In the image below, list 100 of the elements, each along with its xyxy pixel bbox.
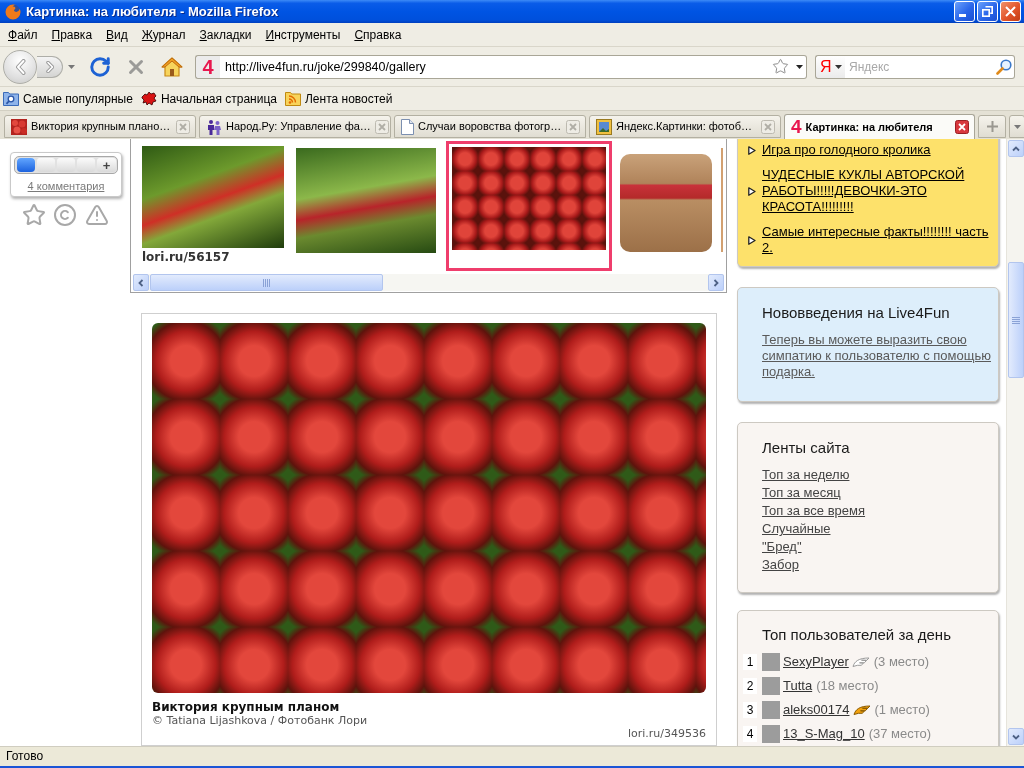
avatar-placeholder xyxy=(762,701,780,719)
place-text: (37 место) xyxy=(868,726,932,742)
search-engine-button[interactable]: Я xyxy=(815,54,845,79)
star-icon[interactable] xyxy=(22,203,46,227)
tab-list-button[interactable] xyxy=(1009,115,1024,138)
back-arrow-icon xyxy=(14,58,26,75)
photo-source: lori.ru/349536 xyxy=(627,727,706,741)
tab[interactable]: Случаи воровства фотогр… xyxy=(394,115,586,138)
picture-icon xyxy=(596,118,612,135)
close-tab-icon[interactable] xyxy=(955,120,969,134)
feed-link[interactable]: Топ за все время xyxy=(762,502,866,520)
place-text: (3 место) xyxy=(873,654,929,670)
copyright-icon[interactable] xyxy=(53,203,77,227)
menu-item[interactable]: Закладки xyxy=(192,26,259,43)
minimize-icon xyxy=(959,14,966,17)
panel-title: Нововведения на Live4Fun xyxy=(762,303,951,323)
avatar-placeholder xyxy=(762,725,780,743)
place-text: (1 место) xyxy=(874,702,930,718)
new-tab-button[interactable] xyxy=(978,115,1006,138)
scrollbar-thumb[interactable] xyxy=(1007,262,1024,378)
tab[interactable]: Народ.Ру: Управление фа… xyxy=(199,115,391,138)
plus-button[interactable]: + xyxy=(97,158,116,172)
username-link[interactable]: Tutta xyxy=(783,678,813,694)
scroll-left-button[interactable] xyxy=(133,274,149,291)
bookmark-item[interactable]: Самые популярные xyxy=(3,89,135,108)
rss-folder-icon xyxy=(285,91,301,106)
tab[interactable]: Виктория крупным плано… xyxy=(4,115,196,138)
status-text: Готово xyxy=(6,747,44,765)
tab[interactable]: Яндекс.Картинки: фотоб… xyxy=(589,115,781,138)
caret-icon[interactable] xyxy=(795,64,803,69)
photo-credit: © Tatiana Lijashkova / Фотобанк Лори xyxy=(152,714,368,728)
chevron-up-icon xyxy=(1011,145,1020,152)
caret-icon[interactable] xyxy=(834,64,842,69)
article-link[interactable]: Самые интересные факты!!!!!!!! часть 2. xyxy=(762,224,994,256)
panel-title: Топ пользователей за день xyxy=(762,625,952,645)
restore-icon xyxy=(982,6,993,17)
avatar-placeholder xyxy=(762,653,780,671)
bookmark-item[interactable]: Начальная страница xyxy=(140,89,279,108)
forward-arrow-icon xyxy=(45,60,54,73)
url-field[interactable]: http://live4fun.ru/joke/299840/gallery xyxy=(220,54,768,79)
place-text: (18 место) xyxy=(816,678,879,694)
grip-icon xyxy=(263,278,270,287)
avatar-placeholder xyxy=(762,677,780,695)
menu-item[interactable]: Инструменты xyxy=(258,26,348,43)
comments-link[interactable]: 4 комментария xyxy=(27,179,105,193)
scroll-down-button[interactable] xyxy=(1007,728,1024,745)
window-title: Картинка: на любителя - Mozilla Firefox xyxy=(26,2,279,21)
search-button[interactable] xyxy=(994,54,1015,79)
photo-title: Виктория крупным планом xyxy=(152,700,341,714)
history-caret-icon[interactable] xyxy=(68,64,75,69)
warning-icon[interactable] xyxy=(84,203,110,227)
search-folder-icon xyxy=(3,91,19,106)
username-link[interactable]: 13_S-Mag_10 xyxy=(783,726,865,742)
feed-link[interactable]: Забор xyxy=(762,556,799,574)
rank-number: 4 xyxy=(743,726,757,742)
site-logo-label: 4 xyxy=(791,118,802,136)
scroll-right-button[interactable] xyxy=(708,274,724,291)
restore-button[interactable] xyxy=(977,1,998,22)
bookmark-item[interactable]: Лента новостей xyxy=(285,89,395,108)
username-link[interactable]: aleks00174 xyxy=(783,702,850,718)
close-icon xyxy=(1005,6,1016,17)
menu-item[interactable]: Вид xyxy=(99,26,135,43)
username-link[interactable]: SexyPlayer xyxy=(783,654,849,670)
chevron-right-icon xyxy=(713,278,719,287)
scroll-up-button[interactable] xyxy=(1007,140,1024,157)
rank-number: 2 xyxy=(743,678,757,694)
people-icon xyxy=(206,118,222,135)
menu-item[interactable]: Файл xyxy=(1,26,45,43)
triangle-bullet-icon xyxy=(748,186,756,196)
page-icon xyxy=(401,118,414,135)
home-icon[interactable] xyxy=(161,56,183,77)
scrollbar-thumb[interactable] xyxy=(150,274,383,291)
menu-item[interactable]: Правка xyxy=(44,26,100,43)
photo-thumbnail-icon xyxy=(11,118,27,135)
minimize-button[interactable] xyxy=(954,1,975,22)
wing-icon xyxy=(851,657,870,667)
tab[interactable]: 4 Картинка: на любителя xyxy=(784,114,975,139)
close-button[interactable] xyxy=(1000,1,1021,22)
feed-link[interactable]: Топ за месяц xyxy=(762,484,841,502)
menu-item[interactable]: Справка xyxy=(347,26,409,43)
feed-link[interactable]: Топ за неделю xyxy=(762,466,850,484)
gallery-thumbnail[interactable] xyxy=(446,141,612,271)
wing-icon xyxy=(852,705,871,715)
article-link[interactable]: Игра про голодного кролика xyxy=(762,142,994,158)
triangle-bullet-icon xyxy=(748,145,756,155)
panel-title: Ленты сайта xyxy=(762,438,851,458)
news-link[interactable]: Теперь вы можете выразить свою симпатию к пользователю с помощью подарка. xyxy=(762,332,994,380)
feed-link[interactable]: Случайные xyxy=(762,520,831,538)
search-field[interactable]: Яндекс xyxy=(845,54,994,79)
feed-link[interactable]: "Бред" xyxy=(762,538,802,556)
chevron-down-icon xyxy=(1011,733,1020,740)
site-identity-button[interactable]: 4 xyxy=(195,54,220,79)
reload-icon[interactable] xyxy=(89,55,111,78)
app-logo-icon xyxy=(5,3,21,20)
url-dropdown-button[interactable] xyxy=(792,54,807,79)
chevron-left-icon xyxy=(138,278,144,287)
menu-item[interactable]: Журнал xyxy=(134,26,193,43)
article-link[interactable]: ЧУДЕСНЫЕ КУКЛЫ АВТОРСКОЙ РАБОТЫ!!!!!ДЕВОЧКИ-ЭТО КРАСОТА!!!!!!!!! xyxy=(762,167,994,215)
rank-number: 1 xyxy=(743,654,757,670)
grip-icon xyxy=(1011,316,1020,324)
